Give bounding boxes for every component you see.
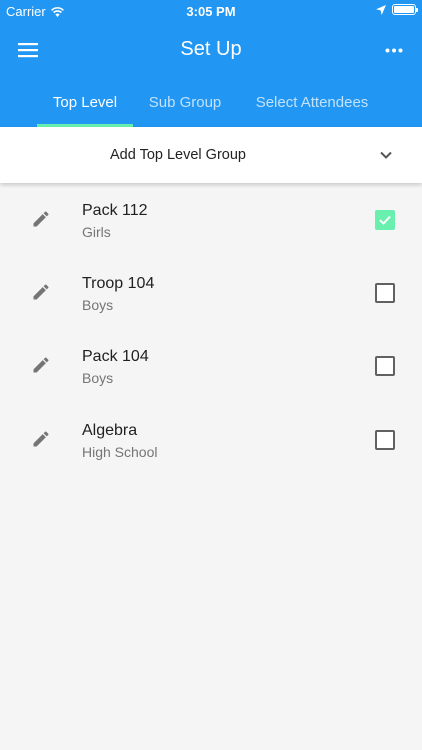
group-checkbox[interactable]: [375, 283, 395, 303]
status-time: 3:05 PM: [186, 4, 236, 19]
dropdown-label: Add Top Level Group: [110, 147, 246, 163]
group-subtitle: Girls: [82, 224, 111, 240]
group-subtitle: High School: [82, 444, 158, 460]
tab-top-level[interactable]: Top Level: [37, 78, 133, 127]
status-bar: Carrier 3:05 PM: [0, 0, 422, 22]
group-name: Algebra: [82, 422, 138, 439]
pencil-icon: [33, 284, 49, 300]
edit-button[interactable]: [26, 424, 56, 454]
group-subtitle: Boys: [82, 297, 114, 313]
edit-button[interactable]: [26, 350, 56, 380]
checkmark-icon: [379, 215, 391, 225]
group-checkbox[interactable]: [375, 356, 395, 376]
group-name: Pack 112: [82, 202, 148, 219]
pencil-icon: [33, 431, 49, 447]
group-checkbox[interactable]: [375, 430, 395, 450]
group-subtitle: Boys: [82, 370, 114, 386]
chevron-down-icon: [380, 151, 392, 159]
list-item: Pack 112 Girls: [0, 183, 422, 256]
page-title: Set Up: [180, 38, 242, 60]
add-top-level-group-dropdown[interactable]: Add Top Level Group: [0, 127, 422, 183]
group-name: Troop 104: [82, 275, 155, 292]
toolbar: Set Up: [0, 22, 422, 78]
pencil-icon: [33, 357, 49, 373]
more-options-button[interactable]: [374, 30, 414, 70]
more-horizontal-icon: [385, 48, 403, 52]
app-bar: Carrier 3:05 PM Set Up Top Level Sub Gro…: [0, 0, 422, 127]
menu-button[interactable]: [8, 30, 48, 70]
list-item: Pack 104 Boys: [0, 329, 422, 402]
edit-button[interactable]: [26, 277, 56, 307]
hamburger-menu-icon: [18, 43, 38, 58]
tab-bar: Top Level Sub Group Select Attendees: [0, 78, 422, 127]
location-arrow-icon: [376, 4, 386, 15]
status-right: [376, 4, 418, 15]
group-checkbox[interactable]: [375, 210, 395, 230]
tab-sub-group[interactable]: Sub Group: [137, 78, 233, 127]
group-name: Pack 104: [82, 348, 149, 365]
battery-icon: [392, 4, 418, 15]
list-item: Algebra High School: [0, 402, 422, 475]
edit-button[interactable]: [26, 204, 56, 234]
list-item: Troop 104 Boys: [0, 256, 422, 329]
pencil-icon: [33, 211, 49, 227]
tab-select-attendees[interactable]: Select Attendees: [242, 78, 382, 127]
